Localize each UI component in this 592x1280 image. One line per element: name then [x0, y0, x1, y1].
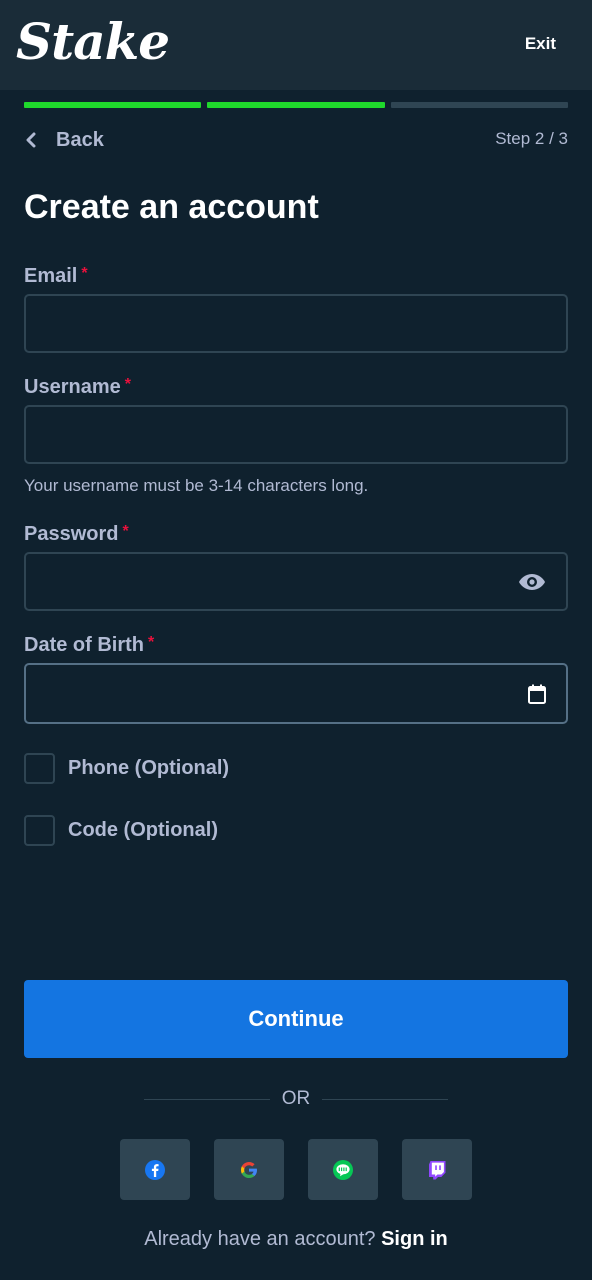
line-login-button[interactable] [308, 1139, 378, 1200]
phone-optional-checkbox[interactable]: Phone (Optional) [24, 753, 229, 784]
dob-label-text: Date of Birth [24, 634, 144, 656]
progress-segment-3 [390, 102, 568, 108]
google-login-button[interactable] [214, 1139, 284, 1200]
username-input[interactable] [26, 407, 566, 462]
code-checkbox-box[interactable] [24, 815, 55, 846]
top-header: Stake Exit [0, 0, 592, 90]
social-login-buttons [120, 1139, 472, 1200]
username-label-text: Username [24, 376, 121, 398]
progress-segment-2 [207, 102, 385, 108]
step-indicator: Step 2 / 3 [495, 129, 568, 148]
page-title: Create an account [24, 188, 319, 226]
required-mark: * [122, 523, 129, 540]
code-checkbox-label: Code (Optional) [68, 819, 218, 841]
dob-field[interactable] [24, 663, 568, 724]
step-progress-bar [24, 102, 568, 108]
username-field[interactable] [24, 405, 568, 464]
email-input[interactable] [26, 296, 566, 351]
signin-prompt: Already have an account? Sign in [0, 1228, 592, 1251]
sign-in-link[interactable]: Sign in [381, 1228, 448, 1250]
divider-line [144, 1098, 270, 1100]
phone-checkbox-box[interactable] [24, 753, 55, 784]
username-label: Username * [24, 376, 131, 399]
signin-prompt-text: Already have an account? [144, 1228, 376, 1250]
stake-logo[interactable]: Stake [16, 12, 170, 72]
email-label: Email * [24, 265, 88, 288]
twitch-icon [429, 1160, 446, 1179]
or-divider: OR [144, 1088, 448, 1110]
password-label: Password * [24, 523, 129, 546]
exit-button[interactable]: Exit [525, 34, 556, 54]
password-input[interactable] [26, 554, 566, 609]
password-label-text: Password [24, 523, 119, 545]
facebook-login-button[interactable] [120, 1139, 190, 1200]
eye-icon[interactable] [518, 572, 546, 592]
facebook-icon [145, 1159, 165, 1180]
google-icon [241, 1161, 257, 1178]
phone-checkbox-label: Phone (Optional) [68, 757, 230, 779]
chevron-left-icon [26, 132, 36, 148]
continue-button[interactable]: Continue [24, 980, 568, 1058]
username-hint: Your username must be 3-14 characters lo… [24, 476, 369, 495]
dob-input[interactable] [26, 665, 566, 722]
back-label: Back [56, 128, 104, 151]
divider-line [322, 1098, 448, 1100]
required-mark: * [124, 376, 131, 393]
required-mark: * [148, 634, 155, 651]
line-icon [333, 1159, 353, 1180]
back-button[interactable]: Back [24, 126, 104, 154]
twitch-login-button[interactable] [402, 1139, 472, 1200]
code-optional-checkbox[interactable]: Code (Optional) [24, 815, 218, 846]
dob-label: Date of Birth * [24, 634, 154, 657]
required-mark: * [81, 265, 88, 282]
password-field[interactable] [24, 552, 568, 611]
email-label-text: Email [24, 265, 78, 287]
calendar-icon[interactable] [528, 684, 546, 704]
progress-segment-1 [24, 102, 202, 108]
email-field[interactable] [24, 294, 568, 353]
or-text: OR [281, 1088, 311, 1109]
